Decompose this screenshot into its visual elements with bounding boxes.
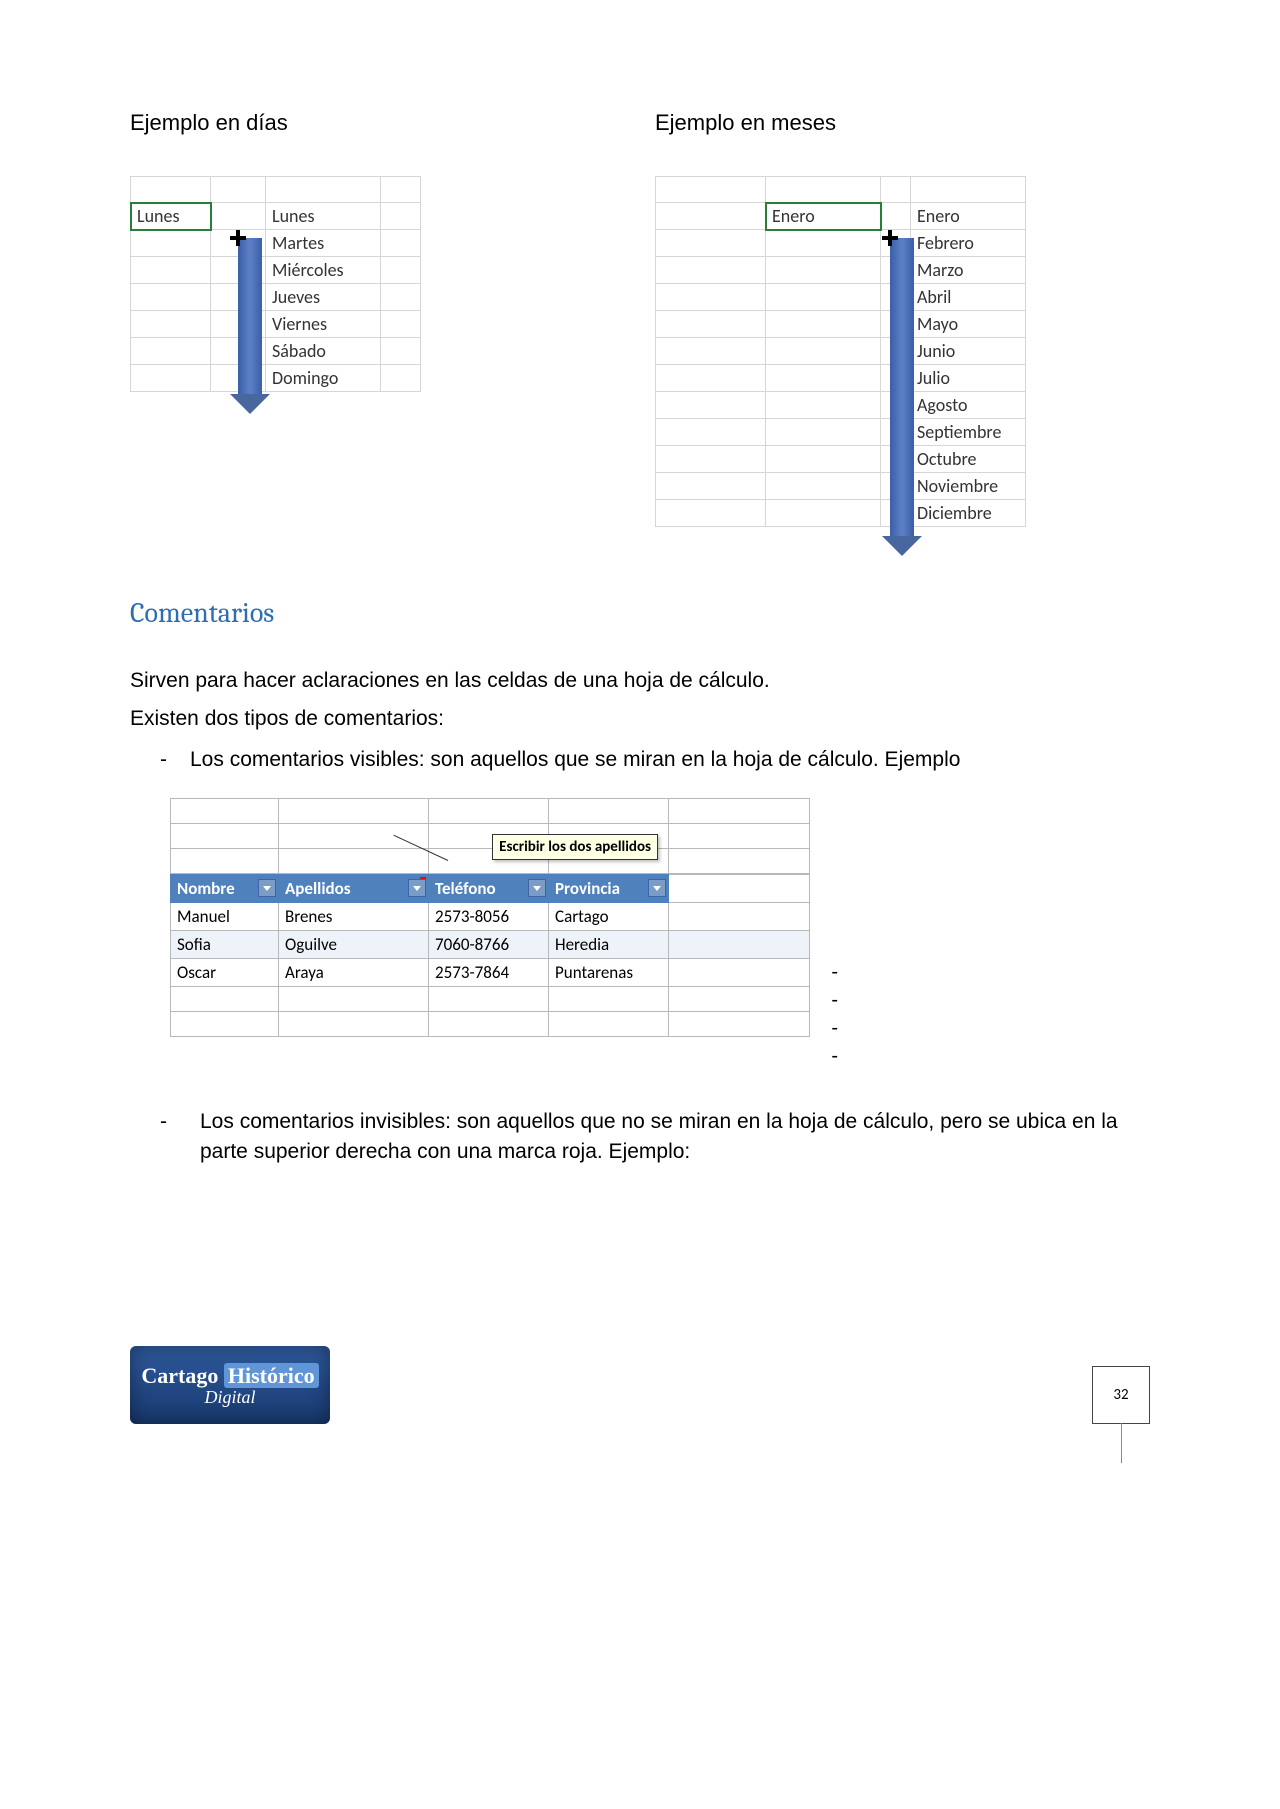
fill-arrow-icon	[890, 238, 914, 538]
meses-5: Junio	[911, 338, 1026, 365]
table-row: SofiaOguilve7060-8766Heredia	[171, 931, 810, 959]
meses-grid-wrap: Enero Enero Febrero Marzo Abril Mayo Juni…	[655, 176, 1150, 527]
meses-1: Febrero	[911, 230, 1026, 257]
fill-handle-icon[interactable]	[882, 230, 898, 246]
page-number: 32	[1092, 1366, 1150, 1424]
meses-11: Diciembre	[911, 500, 1026, 527]
col-header-apellidos[interactable]: Apellidos	[279, 875, 429, 903]
filter-dropdown-icon[interactable]	[408, 879, 426, 897]
comment-tooltip: Escribir los dos apellidos	[492, 834, 658, 860]
selected-cell-meses[interactable]: Enero	[766, 203, 881, 230]
heading-dias: Ejemplo en días	[130, 110, 625, 136]
paragraph-1: Sirven para hacer aclaraciones en las ce…	[130, 669, 1150, 693]
heading-meses: Ejemplo en meses	[655, 110, 1150, 136]
meses-6: Julio	[911, 365, 1026, 392]
filter-dropdown-icon[interactable]	[528, 879, 546, 897]
meses-0: Enero	[911, 203, 1026, 230]
examples-row: Ejemplo en días Lunes Lunes Martes Miérco…	[130, 110, 1150, 527]
dias-grid-wrap: Lunes Lunes Martes Miércoles Jueves Viern…	[130, 176, 625, 392]
table-row: ManuelBrenes2573-8056Cartago	[171, 903, 810, 931]
meses-4: Mayo	[911, 311, 1026, 338]
blank-rows	[170, 798, 810, 874]
dias-6: Domingo	[266, 365, 381, 392]
selected-cell-dias[interactable]: Lunes	[131, 203, 211, 230]
data-table: Nombre Apellidos Teléfono Provincia Manu…	[170, 874, 810, 1037]
meses-3: Abril	[911, 284, 1026, 311]
logo-cartago: Cartago Histórico Digital	[130, 1346, 330, 1424]
meses-10: Noviembre	[911, 473, 1026, 500]
paragraph-2: Existen dos tipos de comentarios:	[130, 707, 1150, 731]
dias-1: Martes	[266, 230, 381, 257]
side-dashes: ----	[831, 958, 838, 1070]
bullet-invisible: Los comentarios invisibles: son aquellos…	[160, 1107, 1150, 1166]
meses-2: Marzo	[911, 257, 1026, 284]
col-header-telefono[interactable]: Teléfono	[429, 875, 549, 903]
filter-dropdown-icon[interactable]	[258, 879, 276, 897]
dias-2: Miércoles	[266, 257, 381, 284]
dias-0: Lunes	[266, 203, 381, 230]
comment-table-figure: Escribir los dos apellidos Nombre Apelli…	[170, 798, 810, 1037]
dias-3: Jueves	[266, 284, 381, 311]
meses-7: Agosto	[911, 392, 1026, 419]
bullet-visible: Los comentarios visibles: son aquellos q…	[160, 745, 1150, 774]
dias-4: Viernes	[266, 311, 381, 338]
dias-grid: Lunes Lunes Martes Miércoles Jueves Viern…	[130, 176, 421, 392]
meses-grid: Enero Enero Febrero Marzo Abril Mayo Juni…	[655, 176, 1026, 527]
section-title: Comentarios	[130, 597, 1150, 629]
meses-9: Octubre	[911, 446, 1026, 473]
dias-5: Sábado	[266, 338, 381, 365]
filter-dropdown-icon[interactable]	[648, 879, 666, 897]
table-row: OscarAraya2573-7864Puntarenas	[171, 959, 810, 987]
col-header-provincia[interactable]: Provincia	[549, 875, 669, 903]
fill-handle-icon[interactable]	[230, 230, 246, 246]
col-header-nombre[interactable]: Nombre	[171, 875, 279, 903]
meses-8: Septiembre	[911, 419, 1026, 446]
fill-arrow-icon	[238, 238, 262, 396]
